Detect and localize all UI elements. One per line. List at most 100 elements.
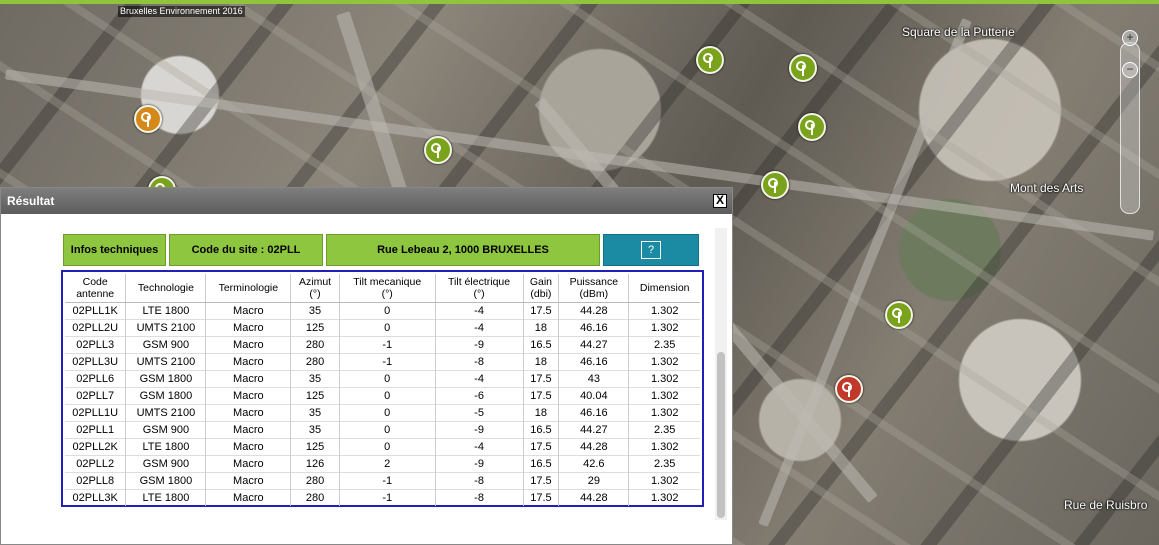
column-header: Code antenne bbox=[65, 274, 127, 303]
table-cell: UMTS 2100 bbox=[125, 319, 207, 337]
table-cell: 2.35 bbox=[628, 455, 700, 473]
table-cell: Macro bbox=[205, 438, 292, 456]
column-header-text: Terminologie bbox=[218, 282, 279, 294]
table-cell: 17.5 bbox=[523, 489, 560, 506]
antenna-marker-icon[interactable] bbox=[789, 54, 817, 82]
table-cell: Macro bbox=[205, 370, 292, 388]
column-header-text: Dimension bbox=[639, 282, 690, 294]
panel-scrollbar[interactable] bbox=[715, 228, 727, 520]
table-cell: -6 bbox=[435, 387, 524, 405]
table-cell: GSM 900 bbox=[125, 421, 207, 439]
table-cell: -8 bbox=[435, 489, 524, 506]
top-accent-bar bbox=[0, 0, 1159, 4]
table-cell: Macro bbox=[205, 404, 292, 422]
antenna-marker-icon[interactable] bbox=[134, 105, 162, 133]
table-cell: 126 bbox=[290, 455, 340, 473]
table-cell: 1.302 bbox=[628, 489, 700, 506]
table-cell: 40.04 bbox=[558, 387, 630, 405]
table-cell: Macro bbox=[205, 421, 292, 439]
table-cell: 0 bbox=[339, 438, 436, 456]
table-cell: 1.302 bbox=[628, 370, 700, 388]
close-button[interactable]: X bbox=[713, 194, 727, 208]
table-cell: -4 bbox=[435, 302, 524, 320]
table-cell: Macro bbox=[205, 455, 292, 473]
column-header-text: Puissance bbox=[569, 276, 619, 288]
table-cell: 1.302 bbox=[628, 353, 700, 371]
zoom-out-button[interactable]: − bbox=[1122, 62, 1138, 78]
table-cell: -1 bbox=[339, 353, 436, 371]
table-cell: UMTS 2100 bbox=[125, 353, 207, 371]
info-tabs: Infos techniques Code du site : 02PLL Ru… bbox=[63, 234, 699, 266]
help-icon: ? bbox=[641, 241, 661, 259]
table-cell: 0 bbox=[339, 319, 436, 337]
table-cell: 2 bbox=[339, 455, 436, 473]
table-cell: GSM 1800 bbox=[125, 370, 207, 388]
table-cell: -4 bbox=[435, 438, 524, 456]
column-header: Gain (dbi) bbox=[523, 274, 560, 303]
table-header-row: Code antenne Technologie Terminologie Azimut… bbox=[65, 274, 700, 303]
table-cell: 02PLL3K bbox=[65, 489, 127, 506]
tab-infos-techniques[interactable]: Infos techniques bbox=[63, 234, 166, 266]
table-cell: 0 bbox=[339, 370, 436, 388]
antenna-marker-icon[interactable] bbox=[885, 301, 913, 329]
table-row: 02PLL3K LTE 1800 Macro 280 -1 -8 17.5 44.28 1.30… bbox=[65, 489, 700, 506]
help-button[interactable]: ? bbox=[603, 234, 699, 266]
table-cell: -4 bbox=[435, 319, 524, 337]
table-cell: 125 bbox=[290, 319, 340, 337]
zoom-control: + − bbox=[1113, 22, 1147, 214]
table-row: 02PLL3 GSM 900 Macro 280 -1 -9 16.5 44.27 2.35 bbox=[65, 336, 700, 354]
table-cell: 1.302 bbox=[628, 302, 700, 320]
antenna-marker-icon[interactable] bbox=[798, 113, 826, 141]
table-cell: GSM 1800 bbox=[125, 472, 207, 490]
antenna-marker-icon[interactable] bbox=[761, 171, 789, 199]
table-cell: 02PLL1K bbox=[65, 302, 127, 320]
scrollbar-thumb[interactable] bbox=[717, 352, 725, 518]
table-cell: Macro bbox=[205, 489, 292, 506]
column-header-text: (°) bbox=[381, 288, 393, 300]
column-header: Puissance (dBm) bbox=[558, 274, 630, 303]
antenna-marker-icon[interactable] bbox=[424, 136, 452, 164]
table-cell: 17.5 bbox=[523, 438, 560, 456]
antenna-table: Code antenne Technologie Terminologie Azimut… bbox=[65, 274, 700, 506]
table-cell: 16.5 bbox=[523, 455, 560, 473]
column-header-text: antenne bbox=[76, 288, 115, 300]
antenna-marker-icon[interactable] bbox=[696, 46, 724, 74]
antenna-marker-icon[interactable] bbox=[835, 375, 863, 403]
zoom-in-button[interactable]: + bbox=[1122, 30, 1138, 46]
table-cell: 43 bbox=[558, 370, 630, 388]
table-cell: 0 bbox=[339, 421, 436, 439]
table-cell: -9 bbox=[435, 336, 524, 354]
table-cell: LTE 1800 bbox=[125, 302, 207, 320]
table-row: 02PLL2K LTE 1800 Macro 125 0 -4 17.5 44.28 1.302 bbox=[65, 438, 700, 456]
table-cell: 1.302 bbox=[628, 472, 700, 490]
antenna-table-container: Code antenne Technologie Terminologie Azimut… bbox=[61, 270, 704, 507]
table-row: 02PLL1U UMTS 2100 Macro 35 0 -5 18 46.16 1.302 bbox=[65, 404, 700, 422]
map-road bbox=[758, 17, 972, 528]
table-cell: -4 bbox=[435, 370, 524, 388]
table-cell: -9 bbox=[435, 421, 524, 439]
table-cell: 280 bbox=[290, 336, 340, 354]
table-cell: 29 bbox=[558, 472, 630, 490]
table-cell: 16.5 bbox=[523, 421, 560, 439]
table-cell: GSM 900 bbox=[125, 455, 207, 473]
table-cell: Macro bbox=[205, 353, 292, 371]
table-cell: Macro bbox=[205, 319, 292, 337]
table-cell: 44.27 bbox=[558, 336, 630, 354]
table-cell: 1.302 bbox=[628, 319, 700, 337]
table-cell: 44.28 bbox=[558, 438, 630, 456]
table-cell: Macro bbox=[205, 472, 292, 490]
table-cell: -1 bbox=[339, 336, 436, 354]
table-cell: 44.28 bbox=[558, 302, 630, 320]
table-cell: 46.16 bbox=[558, 319, 630, 337]
result-panel: Résultat X Infos techniques Code du site… bbox=[0, 187, 733, 545]
table-row: 02PLL2 GSM 900 Macro 126 2 -9 16.5 42.6 2.35 bbox=[65, 455, 700, 473]
table-cell: Macro bbox=[205, 387, 292, 405]
table-row: 02PLL1K LTE 1800 Macro 35 0 -4 17.5 44.28 1.302 bbox=[65, 302, 700, 320]
table-row: 02PLL6 GSM 1800 Macro 35 0 -4 17.5 43 1.302 bbox=[65, 370, 700, 388]
column-header: Dimension bbox=[628, 274, 700, 303]
table-cell: 35 bbox=[290, 404, 340, 422]
table-cell: 17.5 bbox=[523, 370, 560, 388]
table-cell: 280 bbox=[290, 472, 340, 490]
column-header: Technologie bbox=[125, 274, 207, 303]
table-cell: 02PLL3U bbox=[65, 353, 127, 371]
